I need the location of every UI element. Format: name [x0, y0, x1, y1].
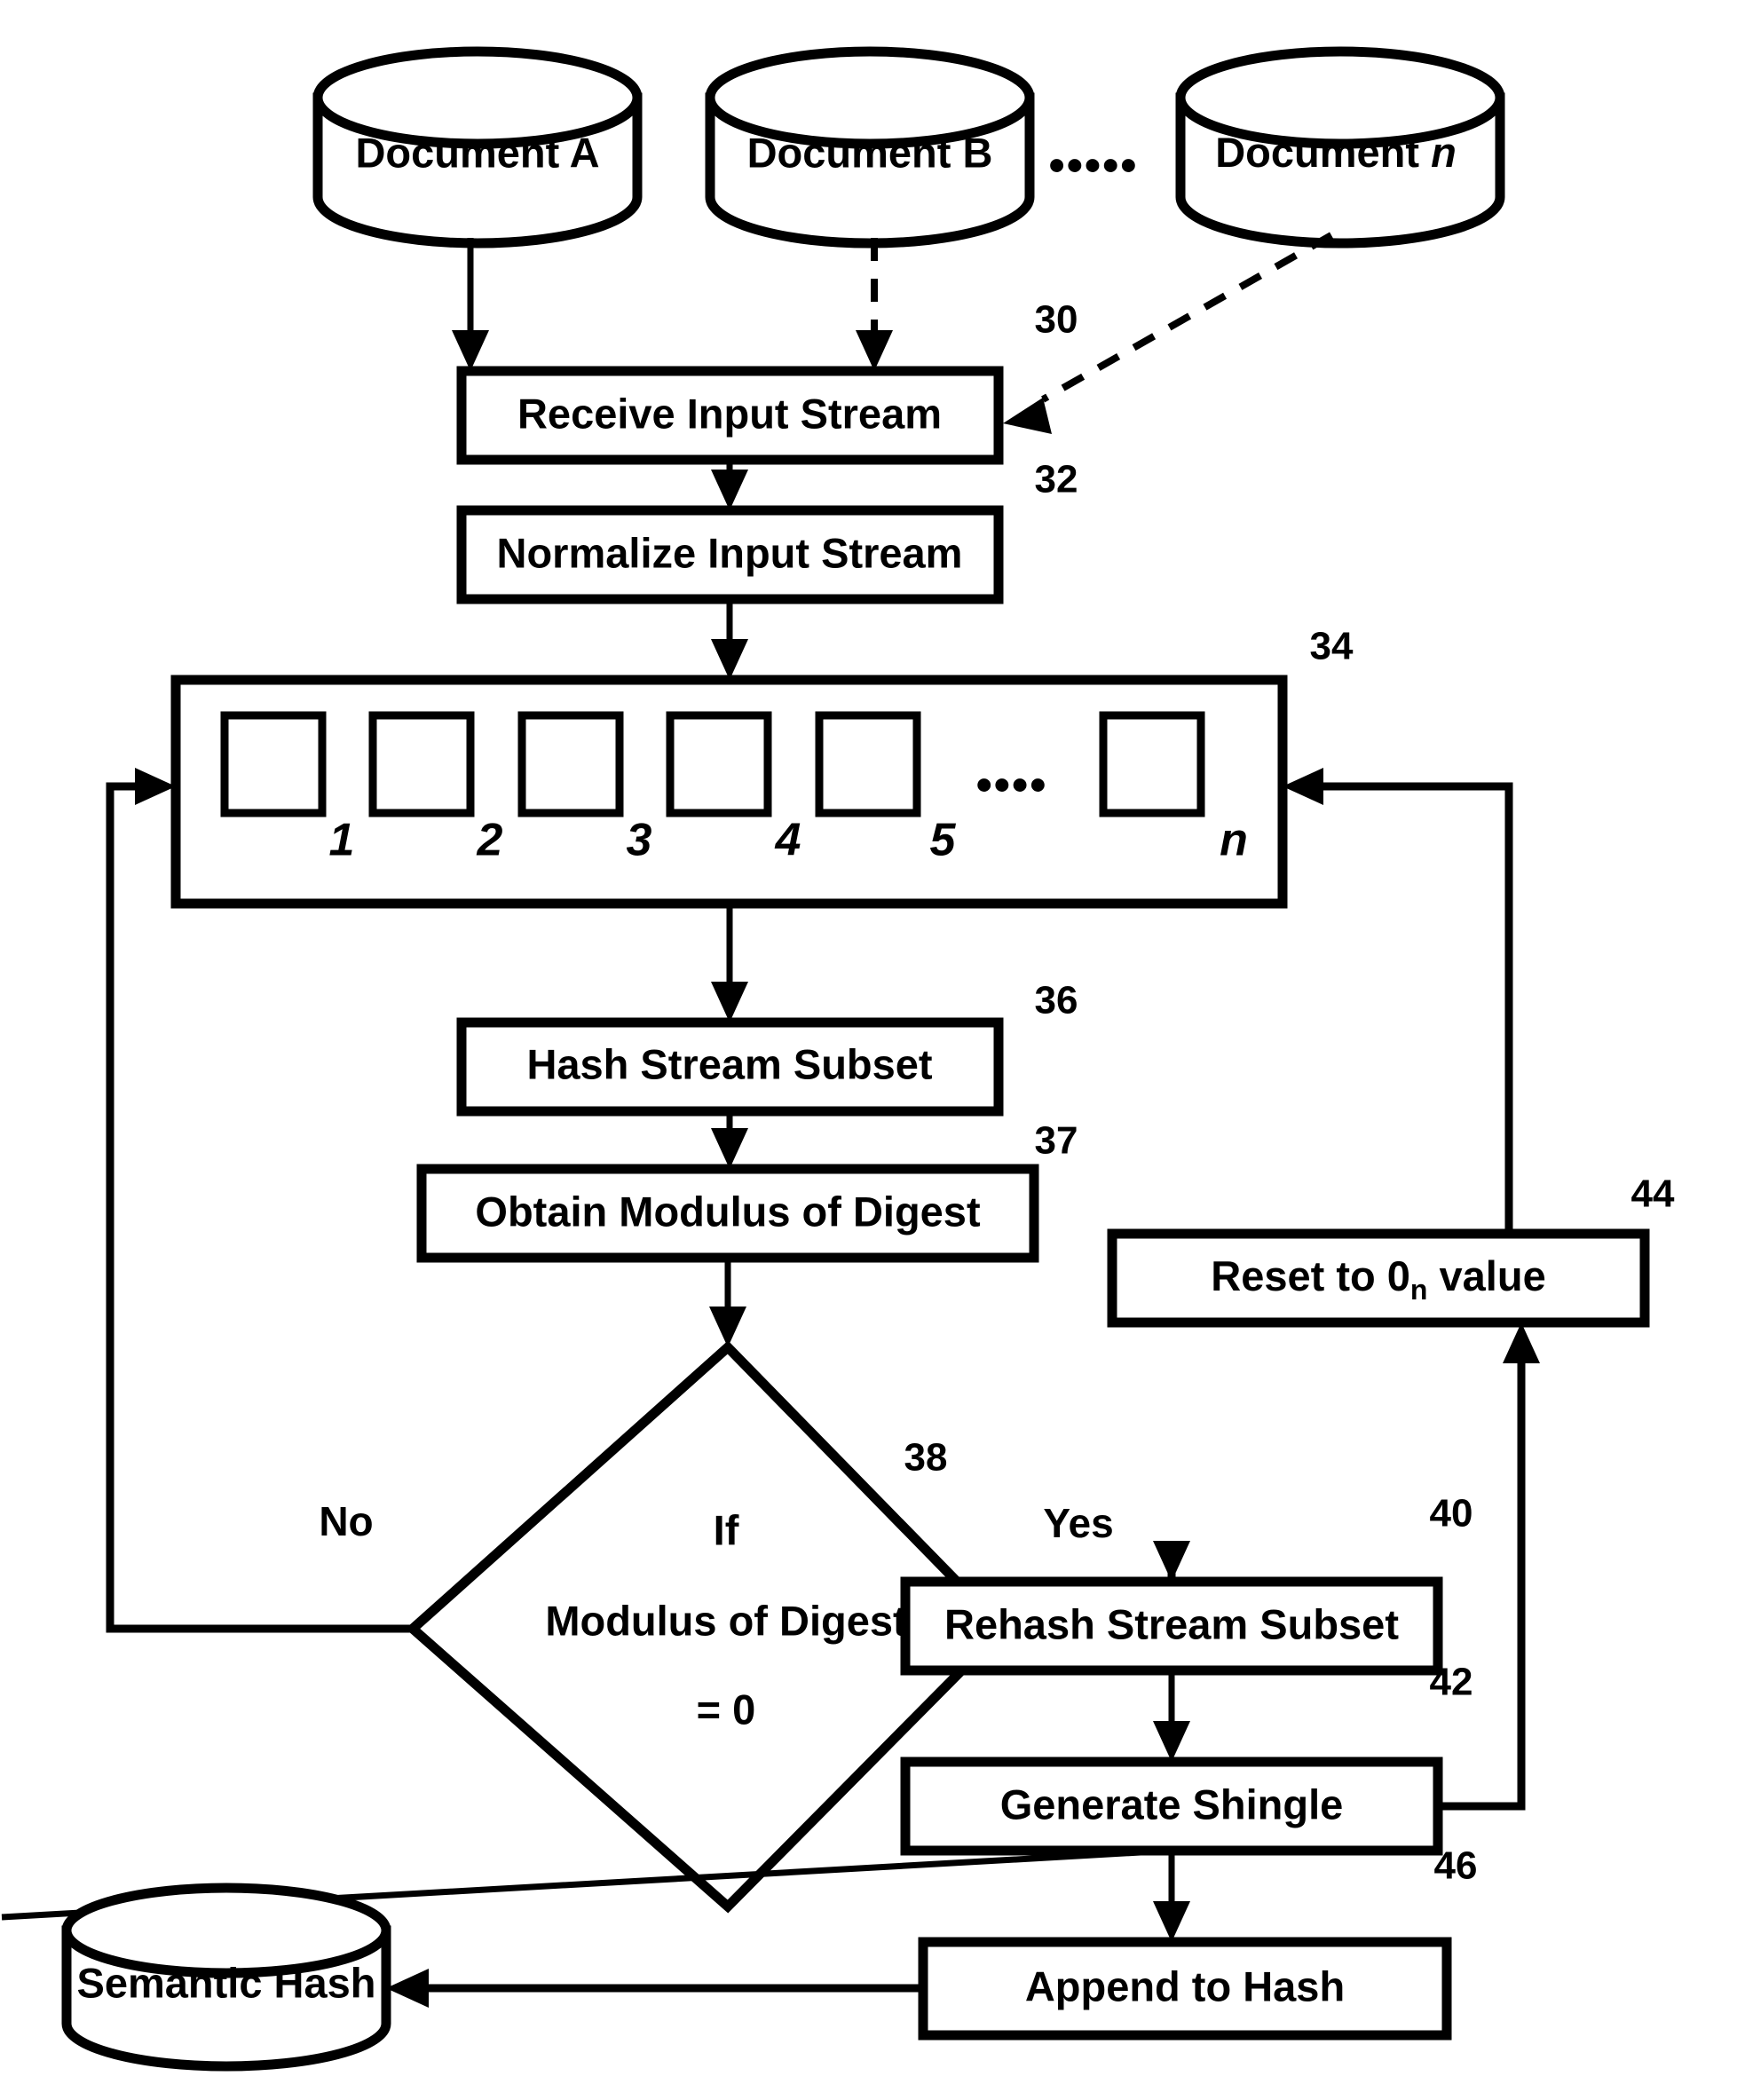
- arrow-receive-to-normalize: [711, 460, 748, 510]
- stream-slot-label: 4: [775, 815, 801, 866]
- ref-number-46: 46: [1434, 1844, 1478, 1888]
- node-label-shingle: Generate Shingle: [1000, 1780, 1344, 1828]
- source-cylinder-document-a: Document A: [312, 46, 643, 249]
- node-label-hash: Hash Stream Subset: [526, 1040, 932, 1087]
- node-label-reset: Reset to 0n value: [1211, 1252, 1545, 1306]
- source-cylinder-document-b: Document B: [705, 46, 1035, 249]
- ref-number-36: 36: [1035, 979, 1078, 1022]
- node-rehash-stream-subset: Rehash Stream Subset: [900, 1576, 1443, 1676]
- node-reset-to-zero-n-value: Reset to 0n value: [1107, 1228, 1650, 1328]
- ref-number-34: 34: [1310, 625, 1354, 668]
- decision-label-line1: If: [714, 1506, 739, 1553]
- ref-number-42: 42: [1430, 1661, 1473, 1704]
- stream-slot-label: n: [1220, 815, 1248, 866]
- ref-number-37: 37: [1035, 1119, 1078, 1163]
- arrow-subset-to-hash: [711, 904, 748, 1022]
- source-ellipsis: •••••: [1048, 140, 1138, 192]
- node-obtain-modulus: Obtain Modulus of Digest: [416, 1164, 1039, 1263]
- node-receive-input-stream: Receive Input Stream: [456, 366, 1004, 465]
- source-cylinder-document-n: Document n: [1175, 46, 1505, 249]
- decision-branch-label-no: No: [319, 1498, 373, 1544]
- ref-number-38: 38: [904, 1436, 948, 1480]
- node-label-append: Append to Hash: [1025, 1962, 1345, 2009]
- stream-slot-label: 2: [477, 815, 503, 866]
- node-label-modulus: Obtain Modulus of Digest: [475, 1188, 981, 1235]
- node-append-to-hash: Append to Hash: [918, 1937, 1452, 2041]
- source-label-b: Document B: [747, 129, 993, 176]
- arrow-hash-to-modulus: [711, 1111, 748, 1169]
- source-label-n: Document n: [1215, 129, 1457, 176]
- arrow-append-to-semantic-hash: [386, 1969, 923, 2008]
- arrow-modulus-to-decision: [709, 1258, 746, 1347]
- stream-slot-label: 3: [627, 815, 652, 866]
- node-generate-shingle: Generate Shingle: [900, 1757, 1443, 1856]
- ref-number-30: 30: [1035, 298, 1078, 342]
- stream-slot-label: 5: [930, 815, 957, 866]
- arrow-normalize-to-subset: [711, 599, 748, 680]
- ref-number-32: 32: [1035, 458, 1078, 501]
- decision-branch-label-yes: Yes: [1043, 1500, 1113, 1546]
- arrow-doc-a-to-receive: [452, 238, 489, 371]
- ref-number-40: 40: [1430, 1492, 1473, 1536]
- arrow-rehash-to-shingle: [1153, 1670, 1190, 1762]
- node-label-receive: Receive Input Stream: [517, 390, 942, 437]
- node-stream-subset-container: 1 2 3 4 5 •••• n: [170, 675, 1288, 909]
- arrow-doc-b-to-receive: [856, 238, 893, 371]
- decision-label-line2: Modulus of Digest: [545, 1597, 907, 1644]
- source-label-a: Document A: [355, 129, 599, 176]
- path-reset-to-subset: [1283, 768, 1513, 1234]
- stream-slot-label: 1: [329, 815, 355, 866]
- node-label-normalize: Normalize Input Stream: [497, 529, 963, 576]
- flowchart-svg: Document A Document B ••••• Document n 3…: [1, 46, 1675, 2072]
- node-label-rehash: Rehash Stream Subset: [944, 1600, 1399, 1647]
- node-normalize-input-stream: Normalize Input Stream: [456, 505, 1004, 604]
- path-shingle-to-reset: [1438, 1322, 1540, 1811]
- node-hash-stream-subset: Hash Stream Subset: [456, 1017, 1004, 1117]
- output-label-semantic-hash: Semantic Hash: [77, 1959, 376, 2006]
- decision-label-line3: = 0: [697, 1686, 756, 1733]
- output-cylinder-semantic-hash: Semantic Hash: [61, 1883, 391, 2072]
- ref-number-44: 44: [1631, 1172, 1675, 1216]
- stream-slot-ellipsis: ••••: [976, 760, 1048, 811]
- flowchart-diagram: Document A Document B ••••• Document n 3…: [0, 0, 1737, 2100]
